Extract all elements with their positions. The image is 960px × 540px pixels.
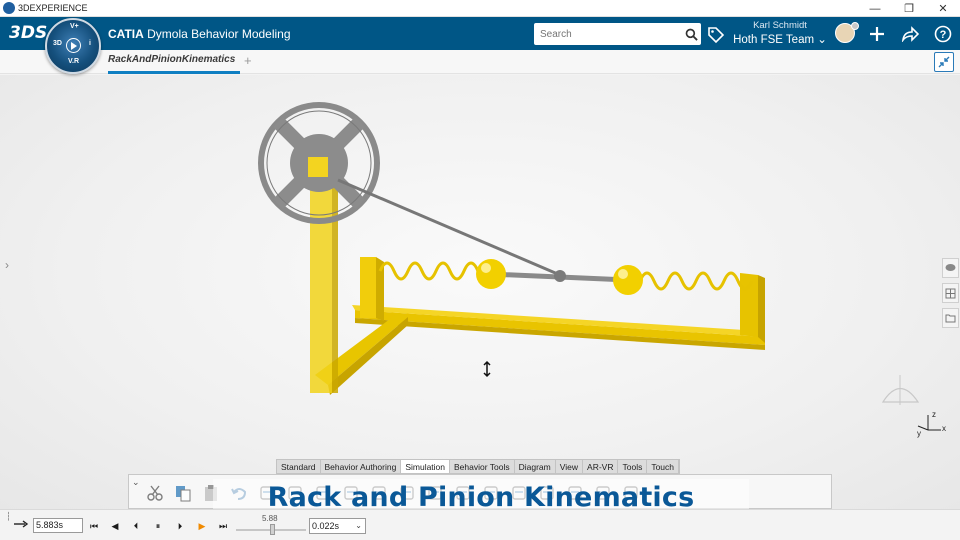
tag-icon[interactable]: [706, 25, 726, 48]
search-box[interactable]: [534, 23, 701, 45]
3d-viewport[interactable]: z x y ›: [0, 75, 960, 509]
cut-icon[interactable]: [145, 483, 165, 503]
top-header: 3DS CATIA Dymola Behavior Modeling Karl …: [0, 17, 960, 50]
vertical-pillar: [310, 157, 332, 393]
panel-grid-icon[interactable]: [942, 283, 959, 303]
svg-text:y: y: [917, 429, 921, 438]
search-icon[interactable]: [681, 24, 701, 44]
close-button[interactable]: ✕: [926, 0, 960, 17]
grip-icon: ┆: [6, 512, 11, 521]
right-spring: [638, 271, 754, 291]
svg-text:z: z: [932, 410, 936, 419]
tab-simulation[interactable]: Simulation: [401, 460, 451, 473]
help-icon[interactable]: ?: [933, 24, 953, 44]
compass-right: i: [89, 40, 91, 47]
team-selector[interactable]: Hoth FSE Team ⌄: [732, 32, 828, 46]
copy-icon[interactable]: [173, 483, 193, 503]
left-panel-toggle-icon[interactable]: ›: [5, 258, 9, 272]
user-name: Karl Schmidt: [753, 20, 807, 31]
tab-diagram[interactable]: Diagram: [515, 460, 556, 473]
tab-behavior-tools[interactable]: Behavior Tools: [450, 460, 515, 473]
play-forward-button[interactable]: ⏵: [173, 519, 187, 533]
mass-right: [613, 265, 643, 295]
current-time-field[interactable]: 5.883s: [33, 518, 83, 533]
brand-app: Dymola Behavior Modeling: [147, 27, 291, 41]
app-brand: CATIA Dymola Behavior Modeling: [108, 27, 291, 41]
robot-ghost-icon: [881, 375, 920, 405]
svg-text:x: x: [942, 424, 946, 433]
tab-rack-and-pinion[interactable]: RackAndPinionKinematics: [108, 54, 240, 65]
play-backward-button[interactable]: ⏴: [129, 519, 143, 533]
compass-left: 3D: [53, 40, 62, 47]
svg-text:?: ?: [940, 29, 947, 41]
comment-icon[interactable]: [942, 258, 959, 278]
compass-widget[interactable]: V+ 3D i V.R: [45, 18, 101, 74]
compass-play-icon[interactable]: [66, 38, 81, 53]
mass-left: [476, 259, 506, 289]
mechanism-scene: z x y: [258, 102, 946, 438]
axis-triad: z x y: [917, 410, 946, 438]
compass-top: V+: [70, 23, 79, 30]
minimize-button[interactable]: —: [858, 0, 892, 17]
pause-button[interactable]: ⏸: [151, 519, 165, 533]
jump-end-button[interactable]: ⏭: [216, 519, 230, 533]
add-icon[interactable]: [867, 24, 887, 44]
window-title: 3DEXPERIENCE: [18, 3, 88, 13]
tab-view[interactable]: View: [556, 460, 584, 473]
tab-standard[interactable]: Standard: [277, 460, 321, 473]
tab-tools[interactable]: Tools: [618, 460, 648, 473]
slider-value: 5.88: [262, 514, 278, 523]
resize-cursor-icon: [483, 360, 491, 378]
app-logo-icon: [3, 2, 15, 14]
window-titlebar: 3DEXPERIENCE — ❐ ✕: [0, 0, 960, 17]
add-tab-button[interactable]: +: [244, 53, 252, 68]
simulation-player: ┆ 5.883s ⏮ ◀ ⏴ ⏸ ⏵ ▶ ⏭ 5.88 0.022s ⌄: [0, 509, 960, 540]
user-menu[interactable]: Karl Schmidt Hoth FSE Team ⌄: [732, 20, 828, 46]
step-size-select[interactable]: 0.022s ⌄: [309, 518, 366, 534]
folder-icon[interactable]: [942, 308, 959, 328]
jump-start-button[interactable]: ⏮: [87, 519, 101, 533]
search-input[interactable]: [534, 24, 681, 44]
time-arrow-icon: [13, 519, 29, 532]
avatar[interactable]: [835, 22, 859, 43]
active-tab-indicator: [108, 71, 240, 74]
section-tabs: Standard Behavior Authoring Simulation Beha…: [276, 459, 681, 474]
time-slider-thumb[interactable]: [270, 524, 275, 535]
3ds-logo[interactable]: 3DS: [9, 23, 47, 43]
presence-badge: [851, 22, 859, 30]
compass-bottom: V.R: [68, 58, 80, 65]
left-spring: [378, 261, 494, 281]
document-tabbar: RackAndPinionKinematics +: [0, 50, 960, 74]
toolbar-collapse-icon[interactable]: ⌄: [132, 477, 140, 488]
tab-touch[interactable]: Touch: [647, 460, 680, 473]
left-post: [360, 257, 376, 318]
restore-button[interactable]: ❐: [892, 0, 926, 17]
tab-ar-vr[interactable]: AR-VR: [583, 460, 619, 473]
step-forward-button[interactable]: ▶: [195, 519, 209, 533]
share-icon[interactable]: [900, 24, 920, 44]
step-back-button[interactable]: ◀: [108, 519, 122, 533]
tab-behavior-authoring[interactable]: Behavior Authoring: [321, 460, 402, 473]
chevron-down-icon: ⌄: [355, 521, 362, 530]
side-panel: [942, 258, 960, 333]
brand-prefix: CATIA: [108, 27, 144, 41]
right-post: [740, 273, 758, 337]
maximize-icon[interactable]: [934, 52, 954, 72]
